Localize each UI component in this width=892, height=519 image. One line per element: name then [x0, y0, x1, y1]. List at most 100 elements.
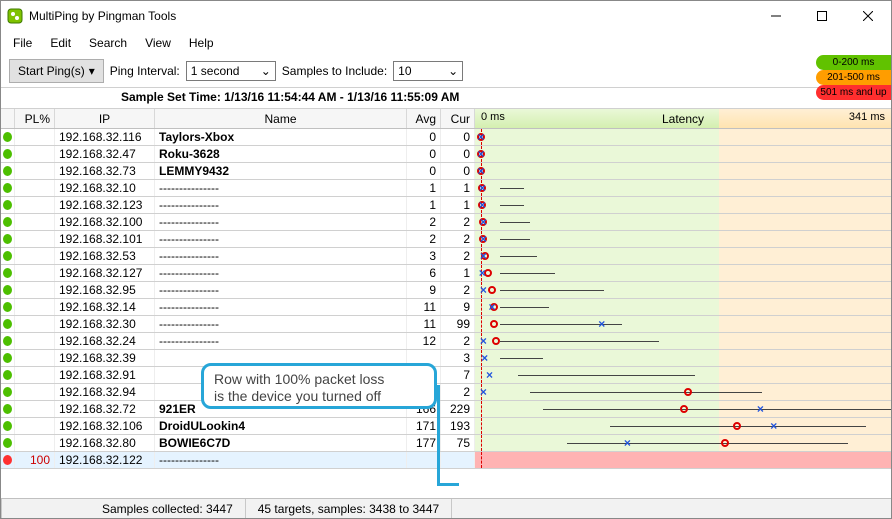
table-row[interactable]: 192.168.32.80BOWIE6C7D17775×: [1, 435, 891, 452]
table-row[interactable]: 192.168.32.942×: [1, 384, 891, 401]
start-pings-label: Start Ping(s): [18, 64, 85, 78]
header-status[interactable]: [1, 109, 15, 128]
cur-cell: 2: [441, 231, 475, 247]
table-row[interactable]: 192.168.32.72921ER166229×: [1, 401, 891, 418]
pl-cell: 100: [15, 452, 55, 468]
header-name[interactable]: Name: [155, 109, 407, 128]
pl-cell: [15, 333, 55, 349]
callout-connector: [437, 385, 440, 485]
table-row[interactable]: 192.168.32.100---------------22×: [1, 214, 891, 231]
name-cell: ---------------: [155, 299, 407, 315]
status-dot-green-icon: [3, 217, 12, 227]
name-cell: ---------------: [155, 316, 407, 332]
latency-cell: ×: [475, 316, 891, 332]
status-samples-collected: Samples collected: 3447: [1, 499, 246, 518]
ip-cell: 192.168.32.10: [55, 180, 155, 196]
cur-marker-icon: ×: [481, 351, 488, 365]
ip-cell: 192.168.32.127: [55, 265, 155, 281]
table-row[interactable]: 192.168.32.30---------------1199×: [1, 316, 891, 333]
latency-cell: ×: [475, 129, 891, 145]
table-row[interactable]: 192.168.32.123---------------11×: [1, 197, 891, 214]
name-cell: ---------------: [155, 265, 407, 281]
status-dot-green-icon: [3, 251, 12, 261]
status-cell: [1, 197, 15, 213]
cur-marker-icon: ×: [479, 181, 486, 195]
status-dot-green-icon: [3, 438, 12, 448]
status-dot-green-icon: [3, 183, 12, 193]
latency-cell: ×: [475, 418, 891, 434]
header-cur[interactable]: Cur: [441, 109, 475, 128]
cur-cell: 9: [441, 299, 475, 315]
table-row[interactable]: 192.168.32.393×: [1, 350, 891, 367]
cur-marker-icon: ×: [757, 402, 764, 416]
status-cell: [1, 418, 15, 434]
sample-set-label: Sample Set Time:: [121, 90, 221, 104]
table-row[interactable]: 192.168.32.917×: [1, 367, 891, 384]
status-dot-green-icon: [3, 166, 12, 176]
table-row[interactable]: 192.168.32.53---------------32×: [1, 248, 891, 265]
cur-cell: 99: [441, 316, 475, 332]
pl-cell: [15, 401, 55, 417]
status-bar: Samples collected: 3447 45 targets, samp…: [1, 498, 891, 518]
table-row[interactable]: 192.168.32.10---------------11×: [1, 180, 891, 197]
latency-cell: ×: [475, 248, 891, 264]
latency-cell: ×: [475, 299, 891, 315]
latency-cell: ×: [475, 231, 891, 247]
table-row[interactable]: 192.168.32.14---------------119×: [1, 299, 891, 316]
cur-cell: 1: [441, 180, 475, 196]
status-cell: [1, 350, 15, 366]
pl-cell: [15, 197, 55, 213]
avg-cell: 6: [407, 265, 441, 281]
menu-view[interactable]: View: [137, 33, 179, 53]
avg-cell: 9: [407, 282, 441, 298]
minimize-button[interactable]: [753, 1, 799, 31]
close-button[interactable]: [845, 1, 891, 31]
table-row[interactable]: 192.168.32.116Taylors-Xbox00×: [1, 129, 891, 146]
cur-cell: 2: [441, 282, 475, 298]
status-targets: 45 targets, samples: 3438 to 3447: [246, 499, 452, 518]
table-row[interactable]: 192.168.32.95---------------92×: [1, 282, 891, 299]
menu-edit[interactable]: Edit: [42, 33, 79, 53]
pl-cell: [15, 214, 55, 230]
status-dot-green-icon: [3, 404, 12, 414]
maximize-button[interactable]: [799, 1, 845, 31]
cur-marker-icon: ×: [486, 368, 493, 382]
legend-red: 501 ms and up: [816, 85, 891, 100]
header-latency[interactable]: 0 ms Latency 341 ms: [475, 109, 891, 128]
avg-marker-icon: [680, 405, 688, 413]
cur-cell: 229: [441, 401, 475, 417]
cur-marker-icon: ×: [488, 300, 495, 314]
table-row[interactable]: 100192.168.32.122---------------: [1, 452, 891, 469]
header-avg[interactable]: Avg: [407, 109, 441, 128]
table-row[interactable]: 192.168.32.101---------------22×: [1, 231, 891, 248]
table-row[interactable]: 192.168.32.106DroidULookin4171193×: [1, 418, 891, 435]
samples-include-select[interactable]: 10 ⌄: [393, 61, 463, 81]
table-row[interactable]: 192.168.32.24---------------122×: [1, 333, 891, 350]
table-row[interactable]: 192.168.32.47Roku-362800×: [1, 146, 891, 163]
chevron-down-icon: ▾: [89, 64, 95, 78]
status-dot-green-icon: [3, 370, 12, 380]
avg-marker-icon: [733, 422, 741, 430]
ping-interval-select[interactable]: 1 second ⌄: [186, 61, 276, 81]
header-ip[interactable]: IP: [55, 109, 155, 128]
ip-cell: 192.168.32.122: [55, 452, 155, 468]
cur-marker-icon: ×: [480, 215, 487, 229]
menu-help[interactable]: Help: [181, 33, 222, 53]
menu-search[interactable]: Search: [81, 33, 135, 53]
header-pl[interactable]: PL%: [15, 109, 55, 128]
pl-cell: [15, 418, 55, 434]
status-cell: [1, 180, 15, 196]
start-pings-button[interactable]: Start Ping(s) ▾: [9, 59, 104, 83]
status-cell: [1, 265, 15, 281]
avg-cell: 12: [407, 333, 441, 349]
chevron-down-icon: ⌄: [448, 64, 458, 78]
table-row[interactable]: 192.168.32.127---------------61×: [1, 265, 891, 282]
samples-include-label: Samples to Include:: [282, 64, 387, 78]
status-dot-green-icon: [3, 319, 12, 329]
cur-cell: 75: [441, 435, 475, 451]
ip-cell: 192.168.32.116: [55, 129, 155, 145]
ip-cell: 192.168.32.123: [55, 197, 155, 213]
name-cell: Roku-3628: [155, 146, 407, 162]
table-row[interactable]: 192.168.32.73LEMMY943200×: [1, 163, 891, 180]
menu-file[interactable]: File: [5, 33, 40, 53]
